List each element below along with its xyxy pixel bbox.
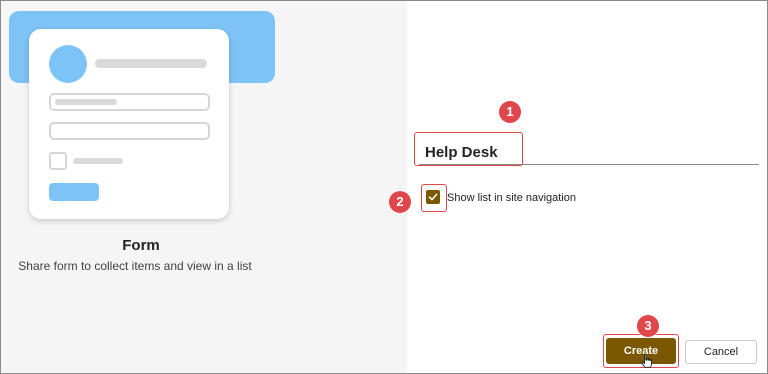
template-preview-pane: Form Share form to collect items and vie… [1,1,407,373]
annotation-box-1 [414,132,523,166]
thumbnail-field-2 [49,122,210,140]
template-description: Share form to collect items and view in … [18,259,252,273]
list-settings-pane: 1 Show list in site navigation 2 Create … [389,1,767,373]
template-title: Form [122,237,160,254]
annotation-box-2 [421,184,447,212]
annotation-badge-2: 2 [389,191,411,213]
annotation-badge-3: 3 [637,315,659,337]
thumbnail-checkbox-label [73,158,123,164]
thumbnail-name-placeholder [95,59,207,68]
thumbnail-button [49,183,99,201]
thumbnail-checkbox [49,152,67,170]
thumbnail-field-1 [49,93,210,111]
thumbnail-avatar [49,45,87,83]
form-thumbnail-card [29,29,229,219]
hand-cursor-icon [641,353,652,369]
create-list-dialog: Form Share form to collect items and vie… [0,0,768,374]
thumbnail-field-1-text [55,99,117,105]
show-in-navigation-label: Show list in site navigation [447,192,577,204]
annotation-badge-1: 1 [499,101,521,123]
cancel-button[interactable]: Cancel [685,340,757,364]
